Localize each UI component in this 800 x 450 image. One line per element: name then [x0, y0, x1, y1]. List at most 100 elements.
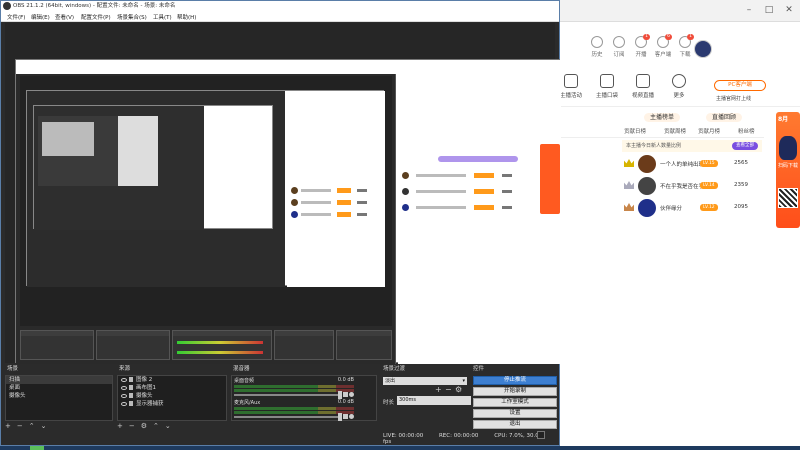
- mini-hint-bar: [438, 156, 518, 162]
- add-source-icon[interactable]: +: [117, 422, 123, 430]
- mini-rank-row: [398, 204, 558, 212]
- mini-rank-row: [398, 172, 558, 180]
- dock-transitions-title: 场景过渡: [383, 366, 406, 372]
- transition-select[interactable]: 淡出 ▾: [383, 377, 467, 385]
- section-anchor-rank[interactable]: 主播榜单: [644, 112, 681, 122]
- transition-settings-icon[interactable]: ⚙: [455, 385, 462, 394]
- tab-weekly[interactable]: 贡献周榜: [664, 127, 686, 135]
- obs-logo-icon: [3, 2, 11, 10]
- dock-mixer: 混音器 桌面音频 0.0 dB 麦克风/Aux 0.0 dB: [231, 365, 377, 437]
- start-recording-button[interactable]: 开始录制: [473, 387, 557, 396]
- move-down-icon[interactable]: ⌄: [165, 422, 171, 430]
- taskbar-app-icon[interactable]: [30, 446, 44, 450]
- action-video-live[interactable]: 视频直播: [628, 74, 658, 99]
- nav-live[interactable]: 1 开播: [630, 34, 652, 58]
- mixer-body: 桌面音频 0.0 dB 麦克风/Aux 0.0 dB: [231, 375, 377, 421]
- menu-help[interactable]: 帮助(H): [177, 13, 196, 21]
- scene-item[interactable]: 摄像头: [6, 392, 112, 400]
- volume-knob[interactable]: [338, 413, 342, 421]
- transition-selected: 淡出: [385, 378, 396, 384]
- remove-source-icon[interactable]: −: [129, 422, 135, 430]
- scene-item[interactable]: 桌面: [6, 384, 112, 392]
- remove-scene-icon[interactable]: −: [17, 422, 23, 430]
- captured-screen-level5: [42, 122, 94, 156]
- visibility-icon[interactable]: [121, 377, 127, 382]
- volume-knob[interactable]: [338, 391, 342, 399]
- dock-controls-title: 控件: [473, 366, 485, 372]
- add-transition-icon[interactable]: +: [435, 385, 442, 394]
- menu-profile[interactable]: 配置文件(P): [81, 13, 111, 21]
- menu-edit[interactable]: 编辑(E): [31, 13, 50, 21]
- mascot-image: [779, 136, 797, 160]
- move-up-icon[interactable]: ⌃: [153, 422, 159, 430]
- source-settings-icon[interactable]: ⚙: [141, 422, 147, 430]
- scene-item[interactable]: 扫描: [6, 376, 112, 384]
- dock-scenes: 场景 扫描 桌面 摄像头 + − ⌃ ⌄: [5, 365, 113, 437]
- lock-icon[interactable]: [129, 377, 133, 382]
- dock-mixer-title: 混音器: [233, 366, 250, 372]
- video-icon: [636, 74, 650, 88]
- rank-hint-text: 本主播今日新人数量比例: [626, 143, 682, 149]
- speaker-icon[interactable]: [343, 392, 348, 397]
- crown-icon: [624, 181, 634, 189]
- history-icon: [591, 36, 603, 48]
- section-replay[interactable]: 直播回顾: [706, 112, 743, 122]
- stop-streaming-button[interactable]: 停止推流: [473, 376, 557, 385]
- menu-view[interactable]: 查看(V): [55, 13, 74, 21]
- menu-file[interactable]: 文件(F): [7, 13, 25, 21]
- speaker-icon[interactable]: [343, 414, 348, 419]
- source-item[interactable]: 摄像头: [118, 392, 226, 400]
- rank-row[interactable]: 伙伴缘分 LV.12 2095: [616, 196, 766, 222]
- volume-slider[interactable]: [234, 394, 342, 396]
- source-item[interactable]: 画布图1: [118, 384, 226, 392]
- captured-screen-level2: [26, 90, 385, 287]
- visibility-icon[interactable]: [121, 393, 127, 398]
- tab-fans[interactable]: 粉丝榜: [738, 127, 755, 135]
- minimize-icon[interactable]: –: [742, 3, 756, 17]
- promo-banner[interactable]: 8月 扫码下载: [776, 112, 800, 228]
- source-item[interactable]: 图像 2: [118, 376, 226, 384]
- menu-tools[interactable]: 工具(T): [153, 13, 172, 21]
- close-icon[interactable]: ✕: [782, 3, 796, 17]
- exit-button[interactable]: 退出: [473, 420, 557, 429]
- source-item[interactable]: 显示器捕获: [118, 400, 226, 408]
- obs-preview[interactable]: [5, 23, 561, 364]
- studio-mode-button[interactable]: 工作室模式: [473, 398, 557, 407]
- crown-icon: [624, 159, 634, 167]
- menu-scene-collection[interactable]: 场景集合(S): [117, 13, 147, 21]
- view-all-button[interactable]: 查看全部: [732, 142, 758, 150]
- volume-slider[interactable]: [234, 416, 342, 418]
- tab-daily[interactable]: 贡献日榜: [624, 127, 646, 135]
- lock-icon[interactable]: [129, 393, 133, 398]
- nav-history[interactable]: 历史: [586, 36, 608, 58]
- user-avatar[interactable]: [694, 40, 712, 58]
- scenes-toolbar: + − ⌃ ⌄: [5, 422, 113, 432]
- tab-monthly[interactable]: 贡献月榜: [698, 127, 720, 135]
- rank-name: 一个人的单纯出现: [660, 162, 705, 168]
- captured-obs-level3: [34, 106, 204, 230]
- qr-code-icon: [778, 188, 798, 208]
- action-anchor-pocket[interactable]: 主播口袋: [592, 74, 622, 99]
- move-up-icon[interactable]: ⌃: [29, 422, 35, 430]
- dock-sources-title: 来源: [119, 366, 131, 372]
- lock-icon[interactable]: [129, 385, 133, 390]
- add-scene-icon[interactable]: +: [5, 422, 11, 430]
- visibility-icon[interactable]: [121, 385, 127, 390]
- pc-client-button[interactable]: PC客户端: [714, 80, 766, 91]
- nav-download[interactable]: 1 下载: [674, 34, 696, 58]
- action-more[interactable]: 更多: [664, 74, 694, 99]
- duration-input[interactable]: 300ms: [397, 396, 473, 405]
- nav-subscribe[interactable]: 订阅: [608, 36, 630, 58]
- gear-icon[interactable]: [349, 414, 354, 419]
- nav-client[interactable]: 6 客户端: [652, 34, 674, 58]
- maximize-icon[interactable]: □: [762, 3, 776, 17]
- visibility-icon[interactable]: [121, 401, 127, 406]
- gear-icon[interactable]: [349, 392, 354, 397]
- move-down-icon[interactable]: ⌄: [41, 422, 47, 430]
- channel-name: 桌面音频: [234, 378, 255, 384]
- settings-button[interactable]: 设置: [473, 409, 557, 418]
- lock-icon[interactable]: [129, 401, 133, 406]
- source-label: 图像 2: [136, 377, 153, 383]
- rank-level: LV.12: [700, 204, 718, 211]
- remove-transition-icon[interactable]: −: [445, 385, 452, 394]
